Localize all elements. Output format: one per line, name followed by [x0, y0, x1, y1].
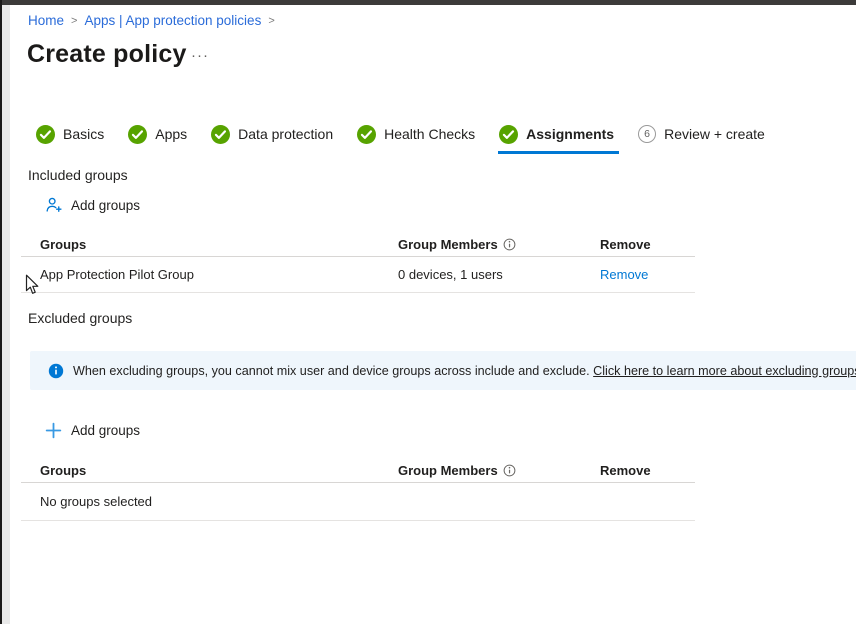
column-header-remove: Remove	[600, 237, 695, 252]
page-title: Create policy	[27, 40, 187, 69]
tab-label: Apps	[155, 126, 187, 142]
chevron-right-icon: >	[261, 15, 281, 27]
add-groups-label: Add groups	[71, 423, 140, 438]
info-icon[interactable]	[503, 464, 516, 477]
wizard-tab-bar: Basics Apps Data protection Health Check…	[36, 121, 765, 147]
group-name-cell: App Protection Pilot Group	[40, 267, 398, 282]
tab-label: Data protection	[238, 126, 333, 142]
table-header-row: Groups Group Members Remove	[21, 459, 695, 483]
breadcrumb-apps-app-protection-policies[interactable]: Apps | App protection policies	[84, 13, 261, 28]
included-groups-heading: Included groups	[28, 167, 128, 183]
no-groups-selected-text: No groups selected	[40, 494, 398, 509]
column-header-group-members: Group Members	[398, 237, 600, 252]
empty-table-row: No groups selected	[21, 483, 695, 521]
add-included-groups-button[interactable]: Add groups	[45, 196, 140, 214]
info-filled-icon	[48, 363, 64, 379]
more-options-button[interactable]: ···	[191, 47, 209, 64]
column-header-group-members: Group Members	[398, 463, 600, 478]
tab-label: Basics	[63, 126, 104, 142]
banner-learn-more-link[interactable]: Click here to learn more about excluding…	[593, 364, 856, 378]
info-icon[interactable]	[503, 238, 516, 251]
check-circle-icon	[211, 125, 230, 144]
info-banner: When excluding groups, you cannot mix us…	[30, 351, 856, 390]
mouse-cursor	[25, 274, 40, 296]
breadcrumb: Home > Apps | App protection policies >	[28, 13, 282, 28]
included-groups-table: Groups Group Members Remove App Protecti…	[21, 233, 695, 293]
add-groups-label: Add groups	[71, 198, 140, 213]
plus-icon	[44, 421, 63, 440]
group-members-cell: 0 devices, 1 users	[398, 267, 600, 282]
tab-assignments[interactable]: Assignments	[499, 125, 614, 144]
person-add-icon	[45, 196, 63, 214]
tab-health-checks[interactable]: Health Checks	[357, 125, 475, 144]
tab-label: Health Checks	[384, 126, 475, 142]
check-circle-icon	[128, 125, 147, 144]
banner-message: When excluding groups, you cannot mix us…	[73, 364, 856, 378]
tab-data-protection[interactable]: Data protection	[211, 125, 333, 144]
tab-basics[interactable]: Basics	[36, 125, 104, 144]
column-header-groups: Groups	[40, 463, 398, 478]
column-header-groups: Groups	[40, 237, 398, 252]
top-border-bar	[0, 0, 856, 5]
check-circle-icon	[357, 125, 376, 144]
check-circle-icon	[499, 125, 518, 144]
chevron-right-icon: >	[64, 15, 84, 27]
breadcrumb-home[interactable]: Home	[28, 13, 64, 28]
column-header-remove: Remove	[600, 463, 695, 478]
table-header-row: Groups Group Members Remove	[21, 233, 695, 257]
remove-group-link[interactable]: Remove	[600, 267, 648, 282]
excluded-groups-heading: Excluded groups	[28, 310, 132, 326]
excluded-groups-table: Groups Group Members Remove No groups se…	[21, 459, 695, 521]
check-circle-icon	[36, 125, 55, 144]
step-number-icon: 6	[638, 125, 656, 143]
add-excluded-groups-button[interactable]: Add groups	[44, 421, 140, 440]
tab-label: Review + create	[664, 126, 765, 142]
tab-label: Assignments	[526, 126, 614, 142]
tab-review-create[interactable]: 6 Review + create	[638, 125, 765, 143]
table-row: App Protection Pilot Group 0 devices, 1 …	[21, 257, 695, 293]
blade-left-gutter	[2, 5, 10, 624]
tab-apps[interactable]: Apps	[128, 125, 187, 144]
